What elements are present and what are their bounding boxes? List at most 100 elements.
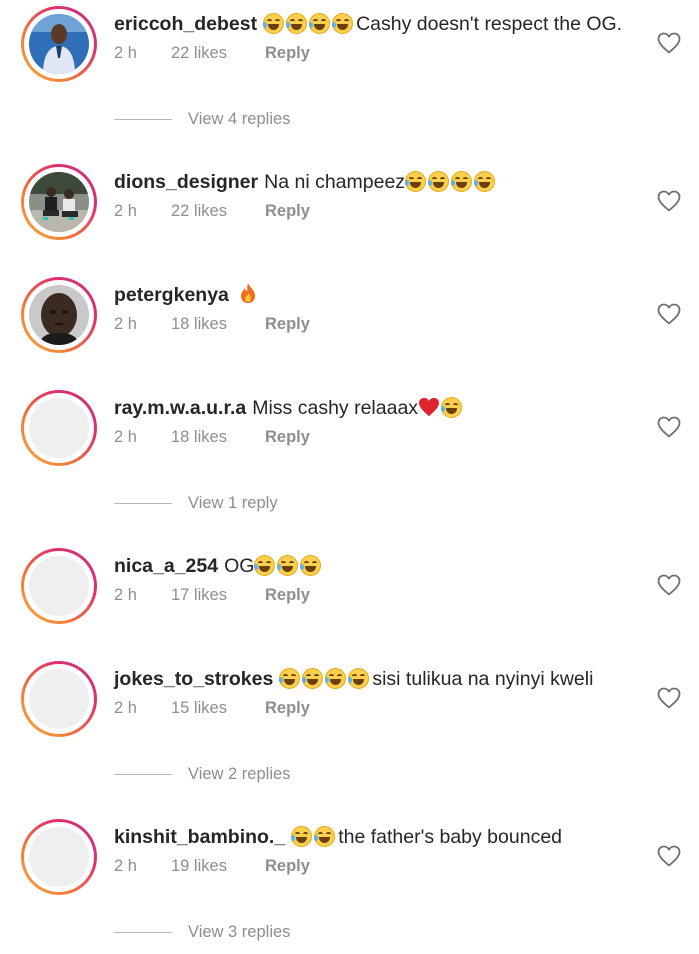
view-replies-label: View 3 replies xyxy=(188,923,291,941)
comment-body: petergkenya xyxy=(114,281,629,309)
reply-button[interactable]: Reply xyxy=(265,699,310,718)
comment-likes-count[interactable]: 17 likes xyxy=(171,586,265,605)
comment-item: kinshit_bambino._ the father's baby bounc… xyxy=(0,815,699,915)
replies-divider xyxy=(114,932,172,934)
comment-meta: 2 h 19 likes Reply xyxy=(114,857,310,876)
comment-body: ray.m.w.a.u.r.a Miss cashy relaaax xyxy=(114,394,629,422)
avatar-image xyxy=(29,669,89,729)
heart-outline-icon[interactable] xyxy=(657,190,681,212)
laughing-tears-emoji xyxy=(451,171,473,192)
comment-meta: 2 h 22 likes Reply xyxy=(114,44,310,63)
comment-timestamp: 2 h xyxy=(114,202,137,220)
reply-button[interactable]: Reply xyxy=(265,586,310,605)
avatar-image xyxy=(29,827,89,887)
avatar-image xyxy=(29,172,89,232)
comment-username[interactable]: ray.m.w.a.u.r.a xyxy=(114,397,246,419)
emoji-group xyxy=(405,171,497,192)
heart-outline-icon[interactable] xyxy=(657,32,681,54)
red-heart-emoji xyxy=(419,397,440,417)
heart-outline-icon[interactable] xyxy=(657,303,681,325)
comment-username[interactable]: jokes_to_strokes xyxy=(114,668,273,690)
laughing-tears-emoji xyxy=(474,171,496,192)
comment-body: jokes_to_strokes sisi tulikua na nyinyi k… xyxy=(114,665,629,693)
comment-likes-count[interactable]: 19 likes xyxy=(171,857,265,876)
reply-button[interactable]: Reply xyxy=(265,202,310,221)
view-replies-label: View 4 replies xyxy=(188,110,291,128)
laughing-tears-emoji xyxy=(332,13,354,34)
view-replies-label: View 1 reply xyxy=(188,494,278,512)
comment-item: jokes_to_strokes sisi tulikua na nyinyi k… xyxy=(0,657,699,757)
comment-item: petergkenya 2 h 18 likes Reply xyxy=(0,273,699,373)
laughing-tears-emoji xyxy=(286,13,308,34)
avatar-image xyxy=(29,556,89,616)
comment-likes-count[interactable]: 22 likes xyxy=(171,202,265,221)
comment-text: OG xyxy=(224,555,255,577)
comment-body: ericcoh_debest Cashy doesn't respect the … xyxy=(114,10,629,38)
comment-timestamp: 2 h xyxy=(114,699,137,717)
view-replies-link[interactable]: View 2 replies xyxy=(114,765,414,789)
replies-divider xyxy=(114,774,172,776)
comment-timestamp: 2 h xyxy=(114,44,137,62)
comment-item: ericcoh_debest Cashy doesn't respect the … xyxy=(0,2,699,102)
comment-likes-count[interactable]: 15 likes xyxy=(171,699,265,718)
reply-button[interactable]: Reply xyxy=(265,44,310,63)
view-replies-link[interactable]: View 1 reply xyxy=(114,494,414,518)
laughing-tears-emoji xyxy=(309,13,331,34)
emoji-group xyxy=(279,668,371,689)
view-replies-link[interactable]: View 3 replies xyxy=(114,923,414,947)
heart-outline-icon[interactable] xyxy=(657,687,681,709)
comment-timestamp: 2 h xyxy=(114,428,137,446)
comment-meta: 2 h 17 likes Reply xyxy=(114,586,310,605)
avatar[interactable] xyxy=(21,661,97,737)
fire-emoji xyxy=(240,283,255,303)
comment-username[interactable]: nica_a_254 xyxy=(114,555,218,577)
comment-username[interactable]: dions_designer xyxy=(114,171,258,193)
reply-button[interactable]: Reply xyxy=(265,857,310,876)
comment-likes-count[interactable]: 22 likes xyxy=(171,44,265,63)
avatar[interactable] xyxy=(21,164,97,240)
laughing-tears-emoji xyxy=(405,171,427,192)
avatar[interactable] xyxy=(21,819,97,895)
comment-meta: 2 h 18 likes Reply xyxy=(114,428,310,447)
heart-outline-icon[interactable] xyxy=(657,574,681,596)
comment-text: Cashy doesn't respect the OG. xyxy=(356,13,623,35)
comment-meta: 2 h 18 likes Reply xyxy=(114,315,310,334)
comment-timestamp: 2 h xyxy=(114,586,137,604)
laughing-tears-emoji xyxy=(291,826,313,847)
comment-likes-count[interactable]: 18 likes xyxy=(171,315,265,334)
comment-text: Miss cashy relaaax xyxy=(252,397,419,419)
avatar[interactable] xyxy=(21,6,97,82)
comment-meta: 2 h 22 likes Reply xyxy=(114,202,310,221)
comment-body: nica_a_254 OG xyxy=(114,552,629,580)
comment-meta: 2 h 15 likes Reply xyxy=(114,699,310,718)
reply-button[interactable]: Reply xyxy=(265,428,310,447)
laughing-tears-emoji xyxy=(314,826,336,847)
comment-likes-count[interactable]: 18 likes xyxy=(171,428,265,447)
laughing-tears-emoji xyxy=(279,668,301,689)
replies-divider xyxy=(114,119,172,121)
comment-text: the father's baby bounced xyxy=(338,826,563,848)
comment-text: sisi tulikua na nyinyi kweli xyxy=(372,668,594,690)
emoji-group xyxy=(441,397,464,418)
laughing-tears-emoji xyxy=(325,668,347,689)
avatar-image xyxy=(29,285,89,345)
emoji-group xyxy=(291,826,337,847)
laughing-tears-emoji xyxy=(348,668,370,689)
heart-outline-icon[interactable] xyxy=(657,416,681,438)
avatar[interactable] xyxy=(21,390,97,466)
heart-outline-icon[interactable] xyxy=(657,845,681,867)
emoji-group xyxy=(254,555,323,576)
comment-username[interactable]: petergkenya xyxy=(114,284,229,306)
view-replies-link[interactable]: View 4 replies xyxy=(114,110,414,134)
comment-username[interactable]: kinshit_bambino._ xyxy=(114,826,285,848)
avatar[interactable] xyxy=(21,548,97,624)
comment-text: Na ni champeez xyxy=(264,171,406,193)
avatar[interactable] xyxy=(21,277,97,353)
comment-body: dions_designer Na ni champeez xyxy=(114,168,629,196)
comment-timestamp: 2 h xyxy=(114,857,137,875)
laughing-tears-emoji xyxy=(428,171,450,192)
comment-username[interactable]: ericcoh_debest xyxy=(114,13,257,35)
laughing-tears-emoji xyxy=(302,668,324,689)
view-replies-label: View 2 replies xyxy=(188,765,291,783)
reply-button[interactable]: Reply xyxy=(265,315,310,334)
